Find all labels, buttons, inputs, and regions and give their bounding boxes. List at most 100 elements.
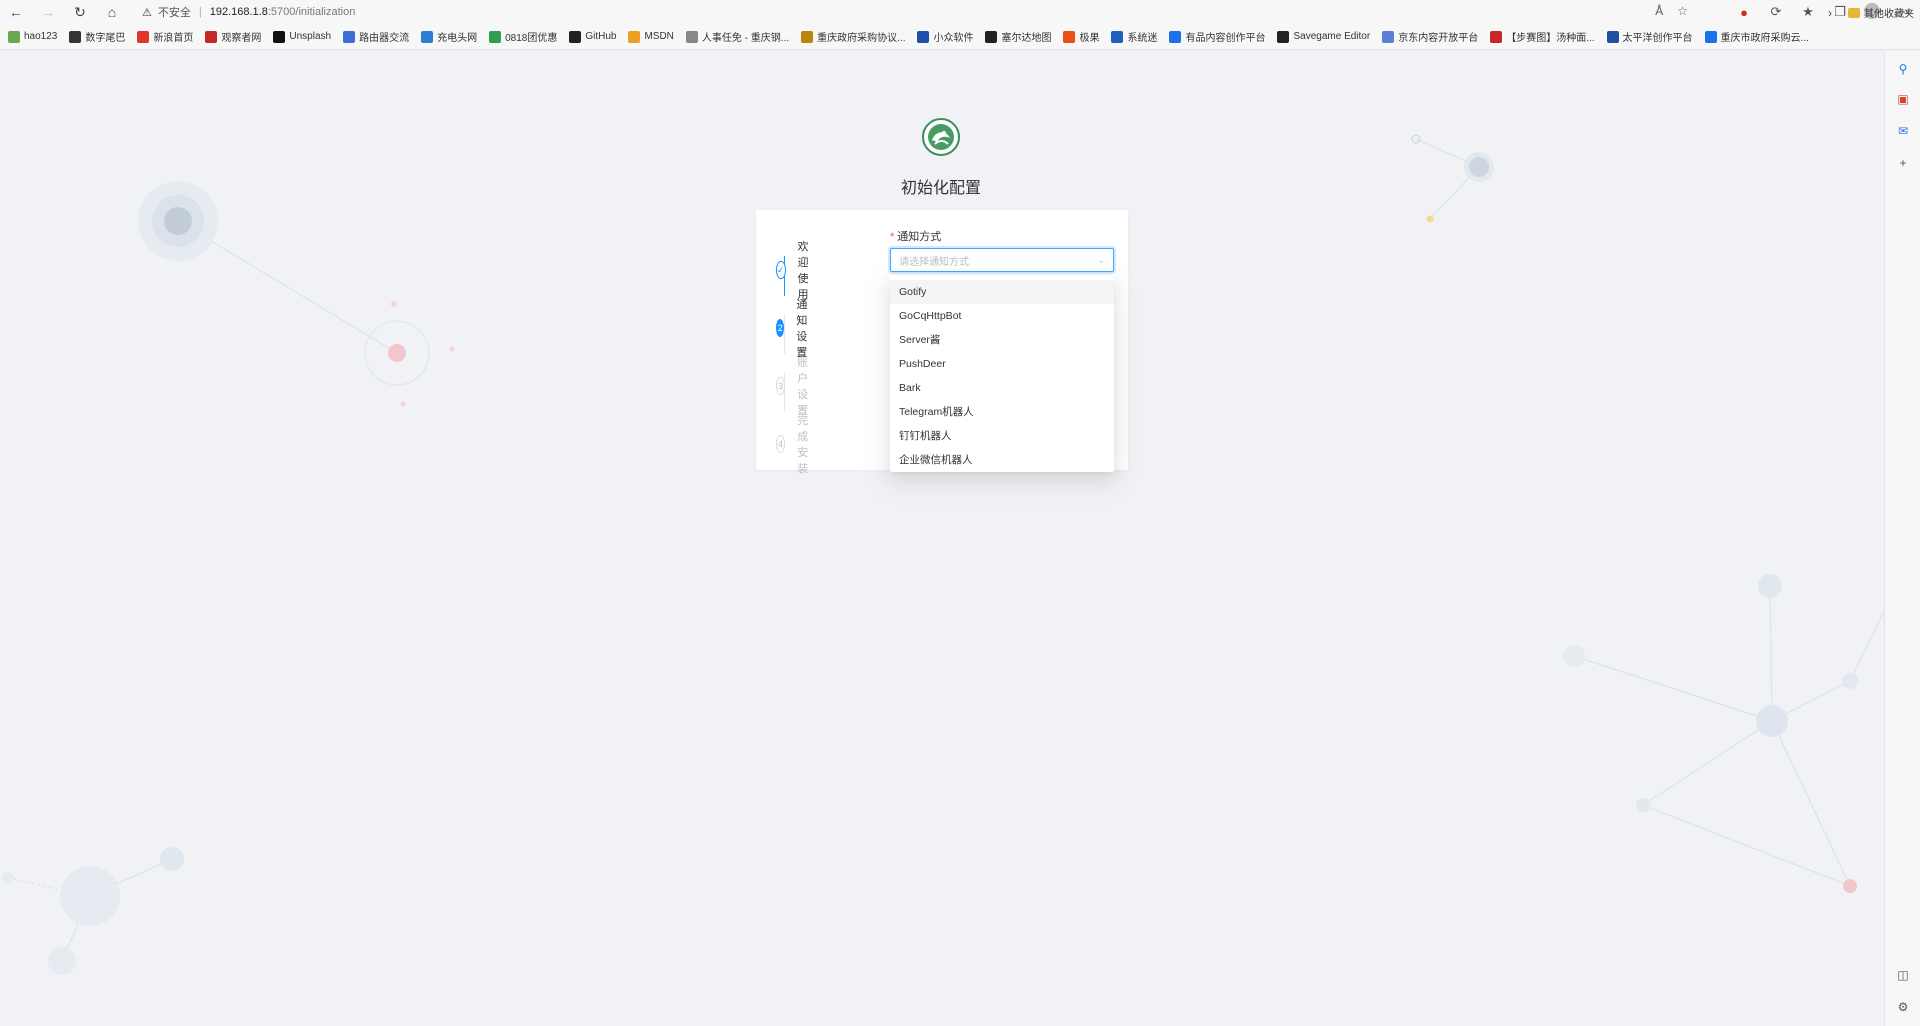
bookmark-favicon-icon	[685, 30, 698, 43]
form-label-text: 通知方式	[897, 231, 942, 243]
read-aloud-icon[interactable]: Å	[1655, 4, 1663, 18]
address-bar[interactable]: ⚠ 不安全 | 192.168.1.8:5700/initialization	[142, 2, 1708, 22]
bookmark-label: 有品内容创作平台	[1185, 33, 1266, 44]
step-number: 3	[776, 377, 786, 395]
bookmark-favicon-icon	[205, 30, 218, 43]
sync-icon[interactable]: ⟳	[1760, 4, 1792, 20]
bookmark-label: 观察者网	[221, 33, 262, 44]
forward-icon[interactable]: →	[32, 0, 64, 24]
bookmark-item[interactable]: 太平洋创作平台	[1606, 29, 1693, 44]
bookmark-item[interactable]: 塞尔达地图	[985, 29, 1051, 44]
bookmark-favicon-icon	[273, 30, 286, 43]
step-finish: 4 完成安装	[776, 412, 817, 476]
bookmark-item[interactable]: Unsplash	[273, 30, 332, 43]
bookmarks-bar: hao123 数字尾巴 新浪首页 观察者网 Unsplash 路由器交流 充电头网 0818团…	[0, 24, 1920, 50]
bookmark-label: 路由器交流	[359, 33, 410, 44]
dropdown-option[interactable]: Telegram机器人	[890, 400, 1114, 424]
dropdown-option[interactable]: Bark	[890, 376, 1114, 400]
bookmark-item[interactable]: 重庆市政府采购云...	[1704, 29, 1809, 44]
step-number: 2	[776, 319, 785, 337]
browser-toolbar: ← → ↻ ⌂ ⚠ 不安全 | 192.168.1.8:5700/initial…	[0, 0, 1920, 24]
settings-gear-icon[interactable]: ⚙	[1895, 999, 1911, 1015]
step-label: 通知设置	[796, 299, 808, 359]
extension-icon[interactable]: ●	[1728, 5, 1760, 20]
bookmark-item[interactable]: 重庆政府采购协议...	[801, 29, 905, 44]
bookmark-item[interactable]: 新浪首页	[137, 29, 193, 44]
bookmarks-overflow-icon[interactable]: ›	[1828, 6, 1832, 20]
other-bookmarks-folder[interactable]: 其他收藏夹	[1848, 5, 1914, 20]
folder-icon	[1848, 7, 1860, 18]
bookmark-item[interactable]: GitHub	[569, 30, 616, 43]
bookmark-favicon-icon	[421, 30, 434, 43]
panel-toggle-icon[interactable]: ◫	[1895, 967, 1911, 983]
dropdown-option[interactable]: PushDeer	[890, 352, 1114, 376]
bookmark-item[interactable]: 【步赛图】汤种面...	[1490, 29, 1595, 44]
page-title: 初始化配置	[900, 180, 981, 197]
bookmark-label: 小众软件	[933, 33, 974, 44]
dropdown-option[interactable]: GoCqHttpBot	[890, 304, 1114, 328]
bookmark-label: 系统迷	[1127, 33, 1158, 44]
bookmark-label: 新浪首页	[153, 33, 194, 44]
bookmark-item[interactable]: 0818团优惠	[489, 29, 557, 44]
bookmark-label: 充电头网	[437, 33, 478, 44]
bookmark-label: hao123	[24, 31, 58, 42]
bookmark-item[interactable]: 数字尾巴	[69, 29, 125, 44]
step-number: 4	[776, 435, 786, 453]
bookmark-item[interactable]: 极果	[1063, 29, 1099, 44]
step-account: 3 账户设置	[776, 354, 817, 418]
dropdown-option[interactable]: 企业微信机器人	[890, 448, 1114, 472]
other-bookmarks-label: 其他收藏夹	[1864, 9, 1914, 20]
url-host: 192.168.1.8	[209, 6, 268, 18]
bookmark-item[interactable]: Savegame Editor	[1277, 30, 1371, 43]
bookmark-item[interactable]: 有品内容创作平台	[1169, 29, 1265, 44]
outlook-icon[interactable]: ✉	[1895, 123, 1911, 139]
bookmark-item[interactable]: 小众软件	[917, 29, 973, 44]
bookmark-favicon-icon	[801, 30, 814, 43]
dropdown-option[interactable]: 钉钉机器人	[890, 424, 1114, 448]
bookmark-favicon-icon	[1111, 30, 1124, 43]
bookmark-label: 0818团优惠	[505, 33, 558, 44]
bookmark-favicon-icon	[628, 30, 641, 43]
add-icon[interactable]: +	[1895, 155, 1911, 171]
bookmark-item[interactable]: 观察者网	[205, 29, 261, 44]
address-separator: |	[198, 6, 202, 18]
step-label: 完成安装	[797, 415, 809, 475]
step-welcome: ✓ 欢迎使用	[776, 238, 817, 302]
bookmark-favicon-icon	[137, 30, 150, 43]
bookmark-favicon-icon	[8, 30, 20, 43]
required-mark: *	[890, 231, 895, 243]
bookmark-item[interactable]: 路由器交流	[343, 29, 409, 44]
bookmark-label: 太平洋创作平台	[1622, 33, 1693, 44]
bookmark-item[interactable]: 充电头网	[421, 29, 477, 44]
bookmark-favicon-icon	[343, 30, 356, 43]
insecure-label: 不安全	[157, 7, 191, 19]
notification-method-dropdown: Gotify GoCqHttpBot Server酱 PushDeer Bark Tele…	[890, 276, 1114, 472]
bookmark-favicon-icon	[1704, 30, 1717, 43]
warning-icon: ⚠	[142, 6, 152, 19]
dropdown-option[interactable]: Server酱	[890, 328, 1114, 352]
bookmark-label: 数字尾巴	[85, 33, 126, 44]
favorites-icon[interactable]: ★	[1792, 4, 1824, 20]
bookmark-label: 塞尔达地图	[1001, 33, 1052, 44]
home-icon[interactable]: ⌂	[96, 0, 128, 24]
office-icon[interactable]: ▣	[1895, 91, 1911, 107]
bookmark-favicon-icon	[1606, 30, 1619, 43]
back-icon[interactable]: ←	[0, 0, 32, 24]
notification-method-select[interactable]: 请选择通知方式 ⌄	[890, 248, 1114, 272]
bookmark-favicon-icon	[1063, 30, 1076, 43]
browser-side-panel: ⚲ ▣ ✉ + ◫ ⚙	[1884, 51, 1920, 1026]
bookmark-label: Unsplash	[289, 31, 332, 42]
bookmark-item[interactable]: 京东内容开放平台	[1382, 29, 1478, 44]
bookmark-item[interactable]: hao123	[8, 30, 58, 43]
dropdown-option[interactable]: Gotify	[890, 280, 1114, 304]
bookmark-label: Savegame Editor	[1293, 31, 1371, 42]
bookmark-item[interactable]: 人事任免 - 重庆钢...	[685, 29, 789, 44]
search-icon[interactable]: ⚲	[1895, 61, 1911, 77]
bookmark-item[interactable]: MSDN	[628, 30, 674, 43]
bookmark-favicon-icon	[1490, 30, 1503, 43]
favorite-star-icon[interactable]: ☆	[1677, 4, 1688, 18]
bookmark-favicon-icon	[1382, 30, 1395, 43]
reload-icon[interactable]: ↻	[64, 0, 96, 24]
bookmark-item[interactable]: 系统迷	[1111, 29, 1157, 44]
bookmark-label: 重庆政府采购协议...	[817, 33, 906, 44]
